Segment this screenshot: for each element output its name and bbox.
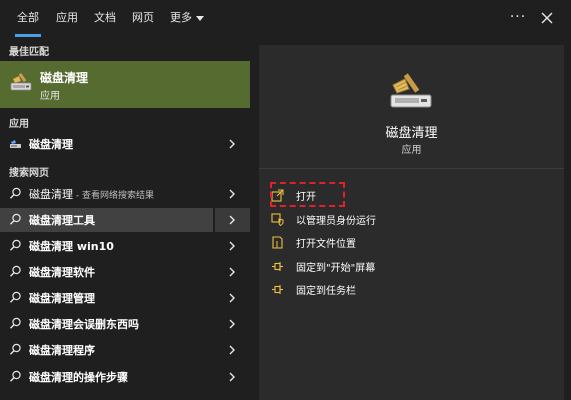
chevron-down-icon <box>196 15 204 21</box>
web-result-row[interactable]: 磁盘清理程序 <box>0 338 250 362</box>
best-match-header: 最佳匹配 <box>9 47 49 58</box>
web-result-row[interactable]: 磁盘清理的操作步骤 <box>0 365 250 389</box>
tab-more-label: 更多 <box>170 11 192 24</box>
pin-icon <box>272 285 283 294</box>
best-match-item[interactable]: 磁盘清理 应用 <box>0 61 250 108</box>
web-result-row[interactable]: 磁盘清理 - 查看网络搜索结果 <box>0 182 250 206</box>
web-result-main[interactable]: 磁盘清理的操作步骤 <box>0 365 213 389</box>
chevron-right-icon <box>229 241 235 251</box>
pin-icon <box>272 262 283 271</box>
close-icon[interactable] <box>540 11 554 25</box>
action-open-file-location-label: 打开文件位置 <box>296 239 356 250</box>
web-result-main[interactable]: 磁盘清理 win10 <box>0 234 213 258</box>
run-as-admin-icon <box>271 213 284 226</box>
chevron-right-icon <box>229 293 235 303</box>
best-match-subtitle: 应用 <box>40 91 60 102</box>
chevron-right-icon <box>229 215 235 225</box>
web-result-expand[interactable] <box>215 260 250 284</box>
app-result-label: 磁盘清理 <box>29 138 73 151</box>
web-result-expand[interactable] <box>215 182 250 206</box>
chevron-right-icon <box>229 372 235 382</box>
web-result-label: 磁盘清理工具 <box>29 214 95 227</box>
app-result-main[interactable]: 磁盘清理 <box>0 132 213 156</box>
results-list: 最佳匹配 磁盘清理 应用 应用 磁盘清理 搜索网页 磁盘清理 - 查看网络搜索结… <box>0 38 250 400</box>
tab-documents[interactable]: 文档 <box>94 0 116 38</box>
web-result-row[interactable]: 磁盘清理管理 <box>0 286 250 310</box>
app-type: 应用 <box>401 145 422 156</box>
web-result-row[interactable]: 磁盘清理 win10 <box>0 234 250 258</box>
web-result-main[interactable]: 磁盘清理管理 <box>0 286 213 310</box>
web-result-label: 磁盘清理 <box>29 188 73 201</box>
disk-cleanup-icon <box>390 73 432 108</box>
search-icon <box>9 291 21 303</box>
web-search-header: 搜索网页 <box>9 168 49 179</box>
web-result-label: 磁盘清理 win10 <box>29 240 114 253</box>
web-result-label: 磁盘清理程序 <box>29 344 95 357</box>
action-pin-to-taskbar[interactable]: 固定到任务栏 <box>259 278 564 300</box>
web-result-label: 磁盘清理管理 <box>29 292 95 305</box>
search-filter-bar: 全部 应用 文档 网页 更多 ··· <box>0 0 571 38</box>
disk-cleanup-icon <box>10 140 21 148</box>
web-result-main[interactable]: 磁盘清理软件 <box>0 260 213 284</box>
app-result-expand[interactable] <box>215 132 250 156</box>
web-result-expand[interactable] <box>215 208 250 232</box>
web-result-row[interactable]: 磁盘清理工具 <box>0 208 250 232</box>
search-icon <box>9 317 21 329</box>
web-result-label: 磁盘清理软件 <box>29 266 95 279</box>
web-result-expand[interactable] <box>215 286 250 310</box>
action-pin-to-start-label: 固定到"开始"屏幕 <box>296 263 376 274</box>
chevron-right-icon <box>229 345 235 355</box>
web-result-row[interactable]: 磁盘清理会误删东西吗 <box>0 312 250 336</box>
apps-header: 应用 <box>9 119 29 130</box>
web-result-main[interactable]: 磁盘清理会误删东西吗 <box>0 312 213 336</box>
tab-more[interactable]: 更多 <box>170 0 204 38</box>
tab-apps[interactable]: 应用 <box>56 0 78 38</box>
web-result-suffix: - 查看网络搜索结果 <box>73 191 154 201</box>
search-icon <box>9 187 21 199</box>
chevron-right-icon <box>229 267 235 277</box>
app-title: 磁盘清理 <box>385 126 438 141</box>
search-icon <box>9 239 21 251</box>
search-icon <box>9 343 21 355</box>
action-pin-to-taskbar-label: 固定到任务栏 <box>296 286 356 297</box>
web-result-expand[interactable] <box>215 312 250 336</box>
action-run-as-admin[interactable]: 以管理员身份运行 <box>259 208 564 230</box>
action-open-file-location[interactable]: 打开文件位置 <box>259 231 564 253</box>
web-result-main[interactable]: 磁盘清理工具 <box>0 208 213 232</box>
web-result-main[interactable]: 磁盘清理程序 <box>0 338 213 362</box>
web-result-label: 磁盘清理的操作步骤 <box>29 371 128 384</box>
chevron-right-icon <box>229 189 235 199</box>
annotation-highlight-box <box>270 182 345 207</box>
action-run-as-admin-label: 以管理员身份运行 <box>296 216 376 227</box>
chevron-right-icon <box>229 319 235 329</box>
web-result-expand[interactable] <box>215 338 250 362</box>
app-result-row[interactable]: 磁盘清理 <box>0 132 250 156</box>
web-result-main[interactable]: 磁盘清理 - 查看网络搜索结果 <box>0 182 213 206</box>
ellipsis-icon[interactable]: ··· <box>509 7 527 29</box>
app-detail-panel: 磁盘清理 应用 打开 以管理员身份运行 打开文件位置 固定到"开始"屏幕 固定到… <box>259 45 564 400</box>
chevron-right-icon <box>229 139 235 149</box>
search-icon <box>9 265 21 277</box>
divider <box>259 168 564 169</box>
best-match-title: 磁盘清理 <box>40 71 89 85</box>
web-result-label: 磁盘清理会误删东西吗 <box>29 318 139 331</box>
web-result-expand[interactable] <box>215 234 250 258</box>
search-icon <box>9 213 21 225</box>
action-pin-to-start[interactable]: 固定到"开始"屏幕 <box>259 255 564 277</box>
web-result-expand[interactable] <box>215 365 250 389</box>
search-icon <box>9 370 21 382</box>
tab-all[interactable]: 全部 <box>15 0 41 38</box>
tab-web[interactable]: 网页 <box>132 0 154 38</box>
disk-cleanup-icon <box>10 72 32 91</box>
file-location-icon <box>272 236 283 249</box>
web-result-row[interactable]: 磁盘清理软件 <box>0 260 250 284</box>
